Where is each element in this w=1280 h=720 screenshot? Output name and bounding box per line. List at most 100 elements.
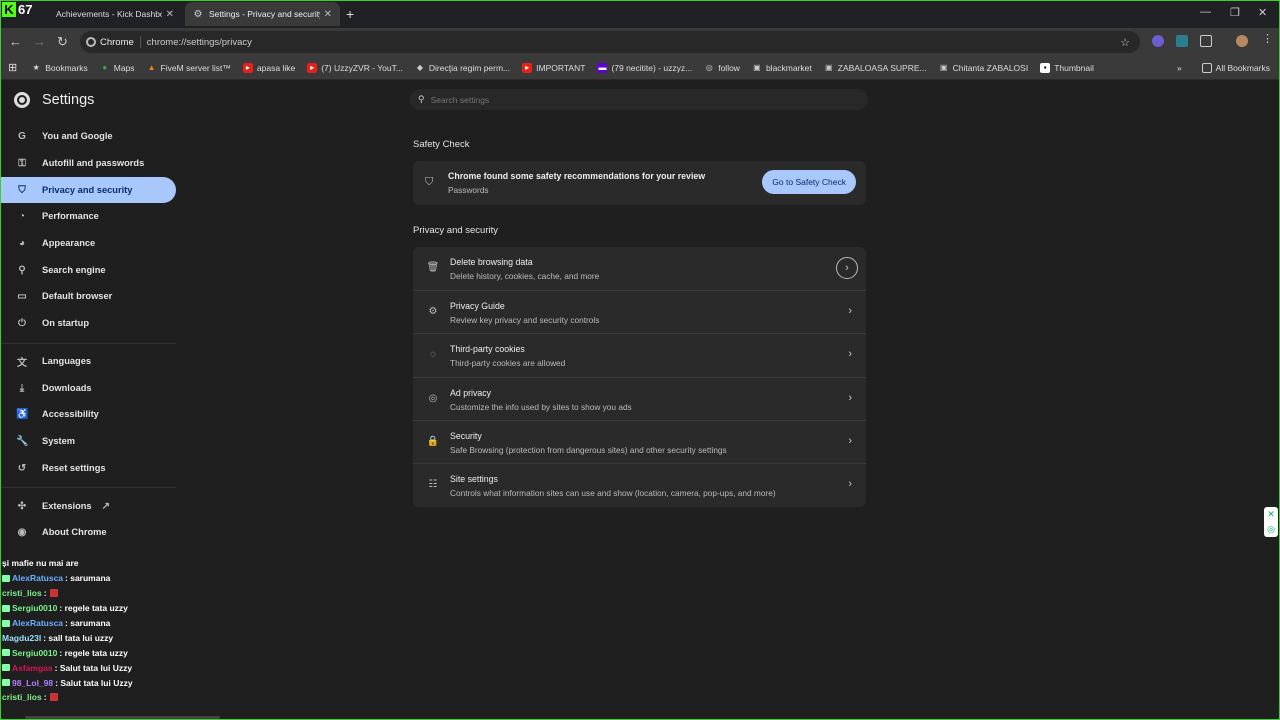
tab-achievements[interactable]: Achievements - Kick Dashboard ✕	[32, 2, 182, 26]
circle-icon[interactable]: ◎	[1267, 524, 1275, 535]
sidebar-item-autofill[interactable]: ⚿ Autofill and passwords	[0, 150, 176, 176]
back-icon[interactable]: ←	[9, 34, 22, 49]
sidebar-item-privacy[interactable]: ⛉ Privacy and security	[0, 177, 176, 203]
chevron-right-icon[interactable]: »	[1177, 63, 1182, 73]
chat-username: Magdu23l	[2, 632, 42, 643]
chat-emote-icon	[49, 693, 58, 702]
chrome-icon	[86, 37, 96, 47]
forward-icon[interactable]: →	[33, 34, 46, 49]
search-input[interactable]	[430, 94, 831, 105]
close-icon[interactable]: ✕	[324, 9, 332, 20]
restore-icon[interactable]: ❐	[1230, 6, 1240, 19]
tab-label: Achievements - Kick Dashboard	[56, 9, 162, 19]
chat-text: : sarumana	[65, 573, 111, 584]
sidebar-item-about-chrome[interactable]: ◉ About Chrome	[0, 519, 176, 545]
youtube-icon: ▸	[242, 62, 253, 73]
tab-settings[interactable]: ⚙ Settings - Privacy and security ✕	[185, 2, 340, 26]
chat-badge-icon	[2, 574, 10, 582]
safety-check-title: Chrome found some safety recommendations…	[448, 171, 706, 181]
row-site-settings[interactable]: ☷ Site settings Controls what informatio…	[413, 463, 866, 506]
puzzle-icon[interactable]	[1200, 35, 1212, 47]
row-subtitle: Review key privacy and security controls	[450, 315, 600, 325]
chevron-right-icon[interactable]: ›	[836, 257, 858, 279]
sidebar-item-appearance[interactable]: ◕ Appearance	[0, 230, 176, 256]
chat-text: : Salut tata lui Uzzy	[55, 677, 133, 688]
row-security[interactable]: 🔒 Security Safe Browsing (protection fro…	[413, 420, 866, 463]
sidebar-item-reset[interactable]: ↺ Reset settings	[0, 455, 176, 481]
avatar[interactable]	[1236, 35, 1248, 47]
row-delete-browsing-data[interactable]: 🗑 Delete browsing data Delete history, c…	[413, 247, 866, 290]
power-icon: ⏻	[18, 317, 26, 329]
extension-icon[interactable]	[1176, 35, 1188, 47]
link-icon: ◎	[705, 63, 713, 72]
chat-text: : sarumana	[65, 618, 111, 628]
row-third-party-cookies[interactable]: ◌ Third-party cookies Third-party cookie…	[413, 333, 866, 376]
close-icon[interactable]: ✕	[1267, 509, 1275, 520]
search-settings-box[interactable]: ⚲	[410, 89, 868, 110]
sidebar-item-system[interactable]: 🔧 System	[0, 428, 176, 454]
row-ad-privacy[interactable]: ◎ Ad privacy Customize the info used by …	[413, 377, 866, 420]
extension-icon[interactable]	[1152, 35, 1164, 47]
scrollbar[interactable]	[25, 716, 220, 719]
chevron-right-icon: ›	[848, 348, 852, 360]
new-tab-button[interactable]: +	[346, 6, 354, 22]
close-window-icon[interactable]: ✕	[1258, 6, 1267, 19]
bookmark-item[interactable]: ▲ FiveM server list™	[147, 63, 231, 73]
sidebar-item-label: On startup	[42, 318, 90, 328]
chat-text: : regele tata uzzy	[59, 603, 128, 614]
url-text[interactable]: chrome://settings/privacy	[147, 37, 252, 48]
reload-icon[interactable]: ↻	[57, 34, 68, 50]
sidebar-item-accessibility[interactable]: ♿ Accessibility	[0, 401, 176, 427]
sidebar-item-on-startup[interactable]: ⏻ On startup	[0, 310, 176, 336]
side-widget[interactable]: ✕ ◎	[1264, 507, 1278, 537]
chat-username: Sergiu0010	[12, 603, 58, 614]
maps-icon: ●	[102, 63, 108, 72]
bookmark-item[interactable]: ▣ ZABALOASA SUPRE...	[824, 63, 927, 73]
bookmark-label: (7) UzzyZVR - YouT...	[321, 62, 403, 73]
bookmark-item[interactable]: ▪ Thumbnail	[1040, 62, 1094, 73]
bookmark-item[interactable]: ▸ IMPORTANT	[522, 62, 585, 73]
sidebar-item-extensions[interactable]: ✣ Extensions ↗	[0, 493, 176, 519]
row-privacy-guide[interactable]: ⚙ Privacy Guide Review key privacy and s…	[413, 290, 866, 333]
apps-icon[interactable]: ⊞	[8, 61, 17, 74]
sidebar-item-default-browser[interactable]: ▭ Default browser	[0, 283, 176, 309]
go-to-safety-check-button[interactable]: Go to Safety Check	[762, 170, 856, 194]
bookmark-item[interactable]: ▬ (79 necitite) - uzzyz...	[597, 62, 692, 73]
bookmark-item[interactable]: ▣ blackmarket	[752, 63, 812, 73]
bookmark-item[interactable]: ▸ apasa like	[242, 62, 295, 73]
key-icon: ⚿	[18, 157, 26, 169]
chrome-logo-icon	[14, 92, 30, 108]
chat-text: : Salut tata lui Uzzy	[54, 662, 133, 673]
gear-icon: ⚙	[193, 8, 203, 20]
bookmark-star-icon[interactable]: ☆	[1120, 36, 1130, 49]
row-title: Site settings	[450, 474, 498, 484]
chat-badge-icon	[2, 649, 10, 657]
menu-icon[interactable]: ⋮	[1262, 32, 1274, 45]
fivem-icon: ▲	[147, 63, 156, 72]
row-title: Privacy Guide	[450, 301, 505, 311]
bookmark-item[interactable]: ★ Bookmarks	[31, 63, 88, 73]
sidebar-item-you-and-google[interactable]: G You and Google	[0, 123, 176, 149]
chat-text: :	[43, 588, 47, 599]
sliders-icon: ☷	[428, 479, 438, 490]
search-icon: ⚲	[418, 94, 425, 104]
chat-emote-icon	[49, 589, 58, 598]
all-bookmarks-folder[interactable]: All Bookmarks	[1201, 62, 1270, 73]
site-chip[interactable]: Chrome	[86, 37, 134, 48]
sidebar-item-performance[interactable]: ◔ Performance	[0, 203, 176, 229]
bookmark-item[interactable]: ◆ Direcţia regim perm...	[415, 63, 510, 73]
chat-message: AlexRatusca: sarumana	[2, 616, 182, 631]
minimize-icon[interactable]: —	[1200, 6, 1211, 18]
bookmark-label: All Bookmarks	[1215, 62, 1270, 73]
sidebar-item-search-engine[interactable]: ⚲ Search engine	[0, 257, 176, 283]
close-icon[interactable]: ✕	[166, 9, 174, 20]
address-bar[interactable]: Chrome chrome://settings/privacy ☆	[80, 31, 1140, 53]
sidebar-item-label: Autofill and passwords	[42, 158, 145, 168]
download-icon: ⤓	[19, 382, 25, 394]
sidebar-item-downloads[interactable]: ⤓ Downloads	[0, 375, 176, 401]
bookmark-item[interactable]: ▸ (7) UzzyZVR - YouT...	[307, 62, 403, 73]
sidebar-item-languages[interactable]: 文 Languages	[0, 348, 176, 374]
bookmark-item[interactable]: ▣ Chitanta ZABALOSI	[939, 63, 1028, 73]
bookmark-item[interactable]: ● Maps	[100, 63, 134, 73]
bookmark-item[interactable]: ◎ follow	[704, 63, 740, 73]
